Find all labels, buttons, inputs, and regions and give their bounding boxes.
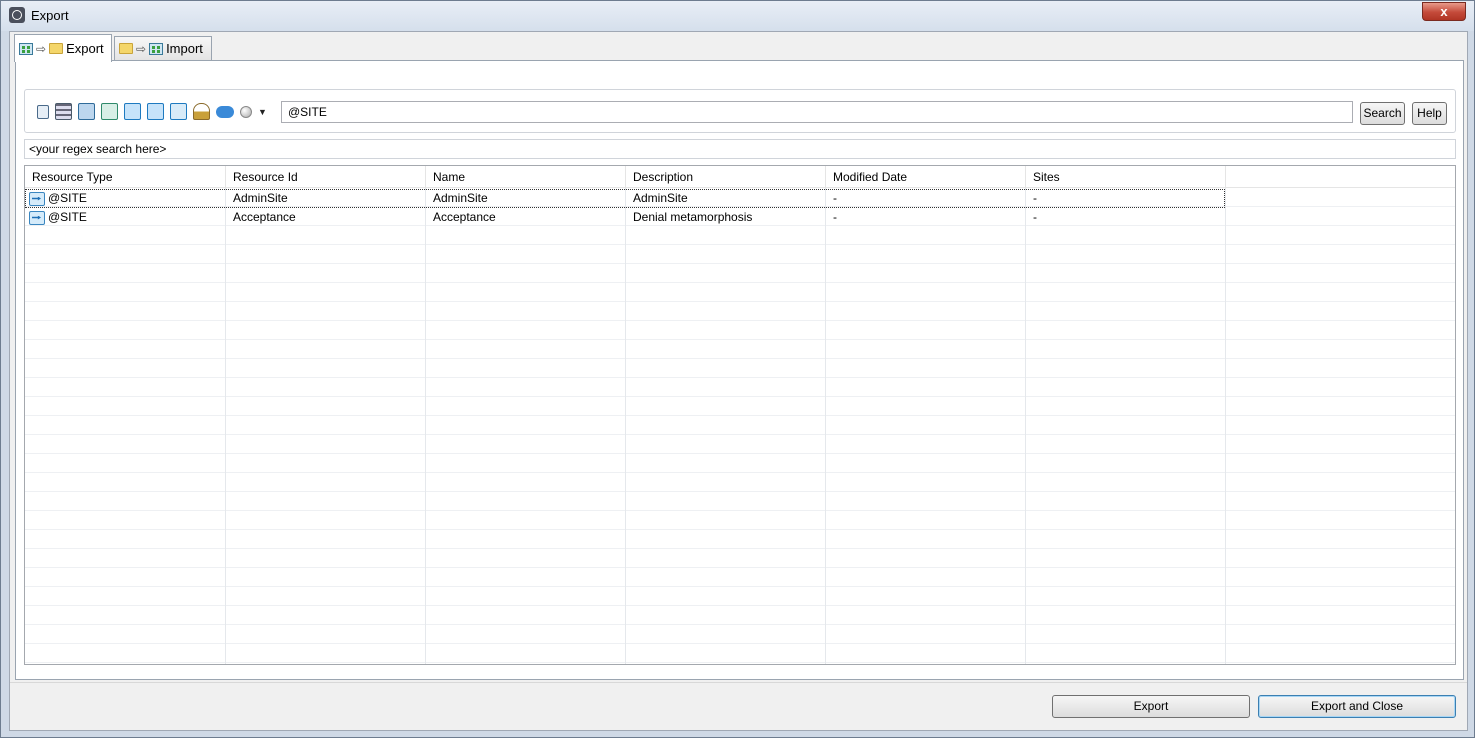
cell-modified-date: - <box>833 191 837 205</box>
window-icon <box>149 42 164 55</box>
tab-import-label: Import <box>166 41 203 56</box>
form-icon[interactable] <box>55 103 72 120</box>
cell-description: Denial metamorphosis <box>633 210 753 224</box>
query-input[interactable]: @SITE <box>281 101 1353 123</box>
close-button[interactable]: x <box>1422 2 1466 21</box>
script-icon[interactable] <box>37 104 49 119</box>
element-catalog-icon[interactable] <box>124 103 141 120</box>
cell-resource-id: Acceptance <box>233 210 296 224</box>
circle-icon[interactable] <box>240 105 252 118</box>
cell-description: AdminSite <box>633 191 688 205</box>
export-panel: ▼ @SITE Search Help <your regex search h… <box>15 60 1464 680</box>
user-icon[interactable] <box>193 103 210 120</box>
column-header-modified-date[interactable]: Modified Date <box>826 166 1026 188</box>
regex-search-input[interactable]: <your regex search here> <box>24 139 1456 159</box>
cell-resource-type-label: @SITE <box>48 210 87 224</box>
export-and-close-button[interactable]: Export and Close <box>1258 695 1456 718</box>
column-header-resource-type[interactable]: Resource Type <box>25 166 226 188</box>
column-divider <box>425 188 426 664</box>
resource-type-toolbar: ▼ <box>35 103 267 120</box>
folder-icon <box>119 43 133 54</box>
column-divider <box>825 188 826 664</box>
arrow-right-icon: ⇨ <box>36 41 47 56</box>
chevron-down-icon[interactable]: ▼ <box>258 107 267 117</box>
search-bar: ▼ @SITE Search Help <box>24 89 1456 133</box>
cell-resource-type-label: @SITE <box>48 191 87 205</box>
cell-resource-id: AdminSite <box>233 191 288 205</box>
table-header: Resource Type Resource Id Name Descripti… <box>25 166 1455 188</box>
cell-resource-type: @SITE <box>25 208 226 227</box>
tab-export-label: Export <box>66 41 104 56</box>
column-divider <box>225 188 226 664</box>
tab-export[interactable]: ⇨ Export <box>14 34 112 62</box>
cell-sites: - <box>1033 191 1037 205</box>
column-divider <box>1025 188 1026 664</box>
tab-import[interactable]: ⇨ Import <box>114 36 212 60</box>
site-icon <box>29 191 45 206</box>
dialog-button-bar: Export Export and Close <box>10 682 1467 730</box>
site-catalog-icon[interactable] <box>147 103 164 120</box>
column-divider <box>625 188 626 664</box>
window-title: Export <box>31 8 69 23</box>
column-header-description[interactable]: Description <box>626 166 826 188</box>
attribute-icon[interactable] <box>101 103 118 120</box>
cell-modified-date: - <box>833 210 837 224</box>
column-header-name[interactable]: Name <box>426 166 626 188</box>
title-bar[interactable]: Export x <box>1 1 1474 31</box>
app-icon <box>9 7 25 23</box>
site-icon <box>29 210 45 225</box>
site-icon[interactable] <box>170 103 187 120</box>
table-body: @SITE AdminSite AdminSite AdminSite - - … <box>25 188 1455 664</box>
window-icon <box>19 42 33 55</box>
page-icon[interactable] <box>78 103 95 120</box>
export-button[interactable]: Export <box>1052 695 1250 718</box>
arrow-right-icon: ⇨ <box>136 41 147 56</box>
dialog-body: ⇨ Export ⇨ Import ▼ @SITE Search Help <y… <box>9 31 1468 731</box>
resource-table: Resource Type Resource Id Name Descripti… <box>24 165 1456 665</box>
folder-icon <box>49 43 64 54</box>
cell-name: AdminSite <box>433 191 488 205</box>
table-row[interactable]: @SITE AdminSite AdminSite AdminSite - - <box>25 189 1225 208</box>
column-divider <box>1225 188 1226 664</box>
column-header-sites[interactable]: Sites <box>1026 166 1226 188</box>
cell-resource-type: @SITE <box>25 189 226 208</box>
help-button[interactable]: Help <box>1412 102 1447 125</box>
export-dialog: Export x ⇨ Export ⇨ Import ▼ @SITE Searc… <box>0 0 1475 738</box>
cell-name: Acceptance <box>433 210 496 224</box>
search-button[interactable]: Search <box>1360 102 1405 125</box>
cell-sites: - <box>1033 210 1037 224</box>
table-row[interactable]: @SITE Acceptance Acceptance Denial metam… <box>25 208 1225 227</box>
table-grid <box>25 188 1455 664</box>
link-icon[interactable] <box>216 105 234 118</box>
column-header-resource-id[interactable]: Resource Id <box>226 166 426 188</box>
